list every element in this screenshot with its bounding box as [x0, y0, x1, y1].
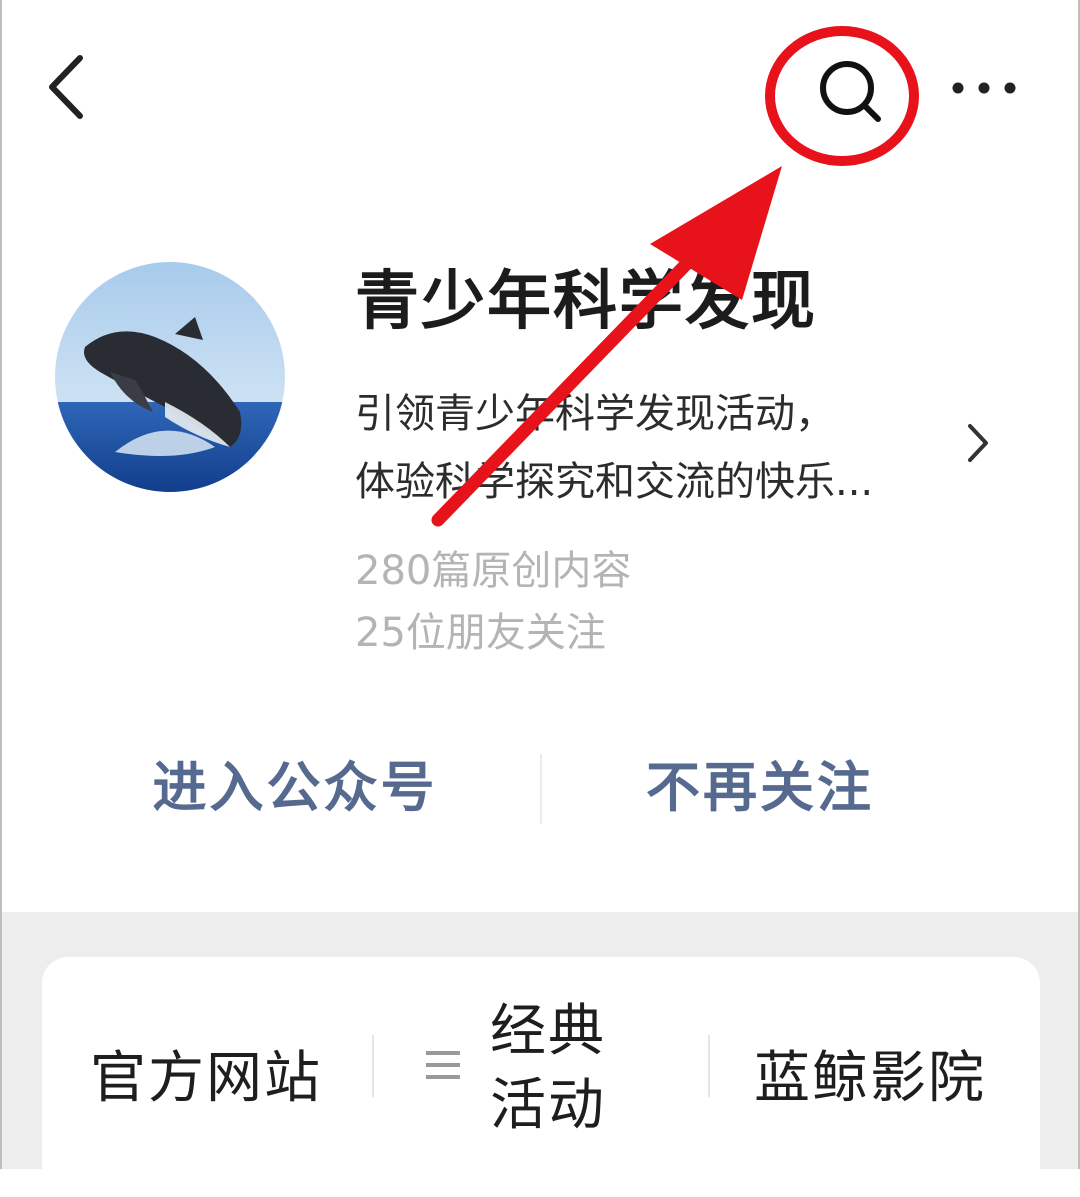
- menu-bar: 官方网站 经典活动 蓝鲸影院: [42, 957, 1040, 1197]
- original-content-count: 280篇原创内容: [355, 548, 632, 594]
- account-name: 青少年科学发现: [355, 265, 817, 339]
- more-button[interactable]: [946, 70, 1022, 106]
- action-divider: [540, 754, 542, 824]
- chevron-right-icon: [968, 424, 988, 462]
- description-line-1: 引领青少年科学发现活动，: [355, 391, 835, 437]
- whale-breaching-avatar: [55, 262, 285, 492]
- back-button[interactable]: [38, 52, 98, 122]
- menu-divider: [708, 1035, 710, 1097]
- account-description[interactable]: 引领青少年科学发现活动， 体验科学探究和交流的快乐...: [355, 380, 955, 516]
- enter-account-button[interactable]: 进入公众号: [110, 740, 480, 836]
- chevron-left-icon: [49, 55, 83, 119]
- search-button[interactable]: [812, 54, 888, 130]
- submenu-list-icon: [420, 1035, 466, 1095]
- description-expand-button[interactable]: [960, 420, 996, 466]
- search-icon: [820, 61, 881, 122]
- avatar[interactable]: [55, 262, 285, 492]
- menu-cinema[interactable]: 蓝鲸影院: [754, 1033, 986, 1114]
- account-stats: 280篇原创内容 25位朋友关注: [355, 540, 631, 664]
- description-line-2: 体验科学探究和交流的快乐...: [355, 459, 874, 505]
- action-row: 进入公众号 不再关注: [0, 740, 1080, 836]
- top-bar: [0, 0, 1080, 180]
- friends-following-count: 25位朋友关注: [355, 610, 606, 656]
- menu-official-site[interactable]: 官方网站: [90, 1033, 322, 1114]
- menu-divider: [372, 1035, 374, 1097]
- unfollow-button[interactable]: 不再关注: [580, 740, 940, 836]
- more-dots-icon: [952, 82, 1016, 94]
- menu-classic-events[interactable]: 经典活动: [490, 995, 630, 1143]
